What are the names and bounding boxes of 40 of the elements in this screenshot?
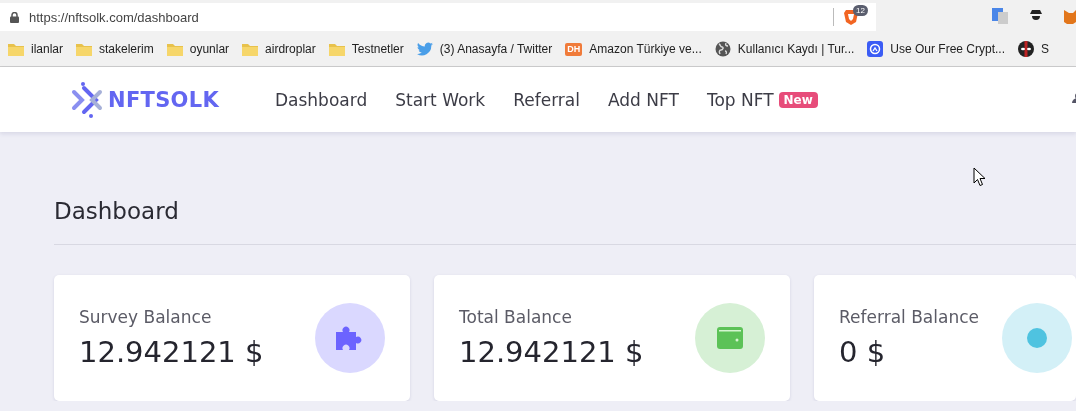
card-label: Total Balance — [459, 307, 573, 327]
bookmark-link[interactable]: airdroplar — [265, 42, 316, 56]
bird-icon — [416, 42, 433, 56]
nav-link[interactable]: Start Work — [395, 89, 486, 110]
letters-icon: DH — [565, 42, 583, 56]
bookmark-link[interactable]: ilanlar — [31, 42, 63, 56]
bookmark-link[interactable]: Amazon Türkiye ve... — [589, 42, 702, 56]
card-label: Survey Balance — [79, 307, 213, 327]
nav-link[interactable]: Referral — [513, 89, 580, 110]
lock-icon — [10, 11, 19, 23]
folder-icon — [76, 42, 92, 56]
mask-icon — [1018, 41, 1034, 57]
folder-icon — [166, 42, 183, 56]
count-badge: 12 — [853, 5, 868, 16]
bookmark-link[interactable]: (3) Anasayfa / Twitter — [439, 42, 553, 56]
page-title: Dashboard — [54, 197, 180, 226]
bookmark-link[interactable]: Testnetler — [351, 42, 404, 56]
bookmark-link[interactable]: oyunlar — [189, 42, 230, 56]
app-icon — [867, 41, 884, 57]
logo-text[interactable]: NFTSOLK — [108, 87, 219, 112]
globe-icon — [714, 41, 731, 57]
logo-icon — [70, 81, 104, 118]
bookmark-link[interactable]: Use Our Free Crypt... — [890, 42, 1005, 56]
balance-value: 12.942121 $ — [459, 335, 645, 369]
card-label: Referral Balance — [839, 307, 980, 327]
address-field[interactable]: https://nftsolk.com/dashboard — [29, 9, 823, 25]
bookmark-link[interactable]: stakelerim — [99, 42, 154, 56]
mouse-cursor-icon — [973, 167, 986, 187]
bookmark-link[interactable]: S — [1041, 42, 1050, 56]
balance-value: 12.942121 $ — [79, 335, 265, 369]
balance-value: 0 $ — [839, 335, 887, 369]
fox-icon[interactable] — [1064, 8, 1076, 24]
bookmark-link[interactable]: Kullanıcı Kaydı | Tur... — [737, 42, 855, 56]
folder-icon — [8, 42, 24, 56]
nav-link[interactable]: Add NFT — [608, 89, 679, 110]
folder-icon — [328, 42, 345, 56]
new-badge: New — [778, 91, 818, 108]
nav-link[interactable]: Dashboard — [275, 89, 368, 110]
nav-link[interactable]: Top NFT New — [706, 89, 818, 110]
folder-icon — [242, 42, 259, 56]
